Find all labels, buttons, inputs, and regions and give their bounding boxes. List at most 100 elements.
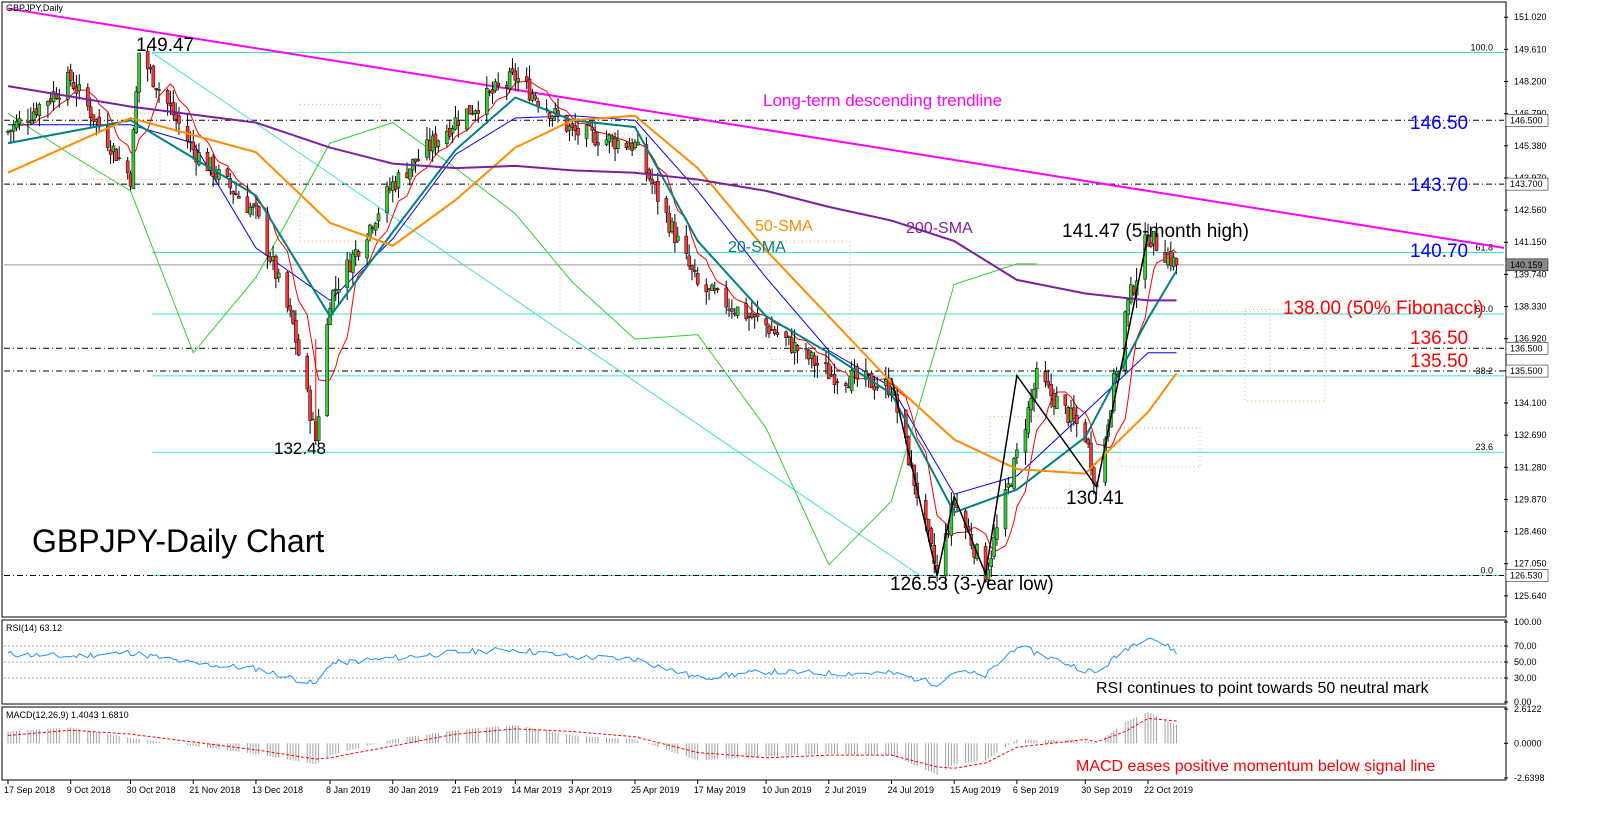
candle-body — [334, 288, 338, 291]
level-label-136-50: 136.50 — [1410, 328, 1468, 349]
candle-body — [308, 389, 312, 421]
time-tick-label: 15 Aug 2019 — [950, 785, 1001, 795]
time-tick-label: 2 Jul 2019 — [825, 785, 867, 795]
candle-body — [809, 352, 814, 359]
candle-body — [510, 68, 515, 73]
candle-body — [670, 221, 674, 232]
candle-body — [673, 222, 677, 243]
candle-body — [1114, 370, 1119, 375]
candle-body — [829, 374, 834, 377]
sma200-label: 200-SMA — [906, 220, 973, 237]
candle-body — [376, 213, 381, 222]
candle-body — [368, 224, 372, 238]
candle-body — [254, 202, 258, 207]
candle-body — [570, 123, 575, 128]
candle-body — [168, 102, 173, 106]
candle-body — [684, 235, 689, 254]
candle-body — [690, 265, 694, 270]
sma20-label: 20-SMA — [728, 239, 786, 256]
time-tick-label: 17 May 2019 — [694, 785, 746, 795]
time-tick-label: 21 Feb 2019 — [451, 785, 502, 795]
candle-body — [68, 69, 73, 81]
label-141-47: 141.47 (5-month high) — [1062, 221, 1249, 242]
candle-body — [311, 418, 315, 421]
candle-body — [214, 173, 218, 178]
macd-tick-label: 0.0000 — [1514, 738, 1542, 748]
level-label-146-50: 146.50 — [1410, 113, 1468, 134]
candle-body — [416, 159, 421, 161]
price-tick-label: 142.560 — [1514, 205, 1547, 215]
candle-body — [31, 111, 36, 121]
candle-body — [345, 259, 349, 288]
candle-body — [687, 255, 691, 267]
candle-body — [465, 108, 469, 130]
candle-body — [884, 379, 888, 386]
candle-body — [735, 306, 740, 316]
candle-body — [604, 139, 609, 146]
candle-body — [790, 337, 794, 353]
candle-body — [847, 386, 851, 389]
candle-body — [590, 126, 594, 131]
macd-annotation: MACD eases positive momentum below signa… — [1076, 758, 1435, 775]
candle-body — [14, 121, 19, 129]
time-tick-label: 17 Sep 2018 — [4, 785, 55, 795]
candle-body — [815, 363, 820, 366]
candle-body — [584, 124, 589, 139]
candle-body — [1066, 407, 1070, 423]
candle-body — [1063, 394, 1068, 406]
candle-body — [507, 71, 512, 90]
candle-body — [174, 113, 178, 120]
price-tick-label: 131.280 — [1514, 462, 1547, 472]
candle-body — [656, 181, 660, 202]
candle-body — [408, 168, 412, 180]
candle-body — [353, 249, 358, 257]
candle-body — [405, 172, 409, 178]
candle-body — [450, 128, 455, 134]
candle-body — [704, 284, 708, 293]
candle-body — [733, 312, 737, 315]
candle-body — [211, 156, 215, 177]
candle-body — [807, 349, 811, 360]
candle-body — [664, 198, 669, 213]
candle-body — [1166, 253, 1170, 266]
candle-body — [49, 98, 53, 102]
candle-body — [989, 558, 993, 567]
price-box-label: 146.500 — [1510, 115, 1543, 125]
candle-body — [456, 120, 461, 126]
candle-body — [453, 117, 458, 130]
candle-body — [393, 181, 398, 190]
candle-body — [795, 345, 800, 352]
candle-body — [177, 115, 181, 124]
candle-body — [46, 101, 50, 106]
candle-body — [34, 108, 39, 115]
candle-body — [9, 130, 13, 133]
candle-body — [154, 87, 158, 90]
candle-body — [291, 310, 295, 324]
rsi-tick-label: 30.00 — [1514, 673, 1537, 683]
price-tick-label: 128.460 — [1514, 527, 1547, 537]
candle-body — [188, 141, 193, 143]
time-tick-label: 24 Jul 2019 — [888, 785, 935, 795]
candle-body — [727, 308, 731, 311]
candle-body — [391, 181, 395, 191]
candle-body — [1072, 407, 1076, 419]
candle-body — [29, 120, 33, 123]
candle-body — [1003, 489, 1008, 530]
rsi-annotation: RSI continues to point towards 50 neutra… — [1096, 680, 1430, 697]
candle-body — [775, 332, 780, 335]
symbol-label: GBPJPY,Daily — [6, 3, 63, 13]
macd-tick-label: 2.6122 — [1514, 704, 1542, 714]
rsi-tick-label: 70.00 — [1514, 641, 1537, 651]
chart-canvas: 100.061.850.038.223.60.0 151.020149.6101… — [0, 0, 1617, 824]
candle-body — [114, 148, 119, 161]
candle-body — [425, 139, 429, 158]
candle-body — [995, 527, 999, 540]
candle-body — [271, 256, 275, 261]
candle-body — [91, 114, 96, 122]
price-box-label: 140.159 — [1510, 260, 1543, 270]
candle-body — [108, 149, 113, 155]
candle-body — [1006, 483, 1011, 488]
candle-body — [288, 305, 292, 311]
candle-body — [1163, 252, 1167, 263]
candle-body — [336, 289, 341, 293]
